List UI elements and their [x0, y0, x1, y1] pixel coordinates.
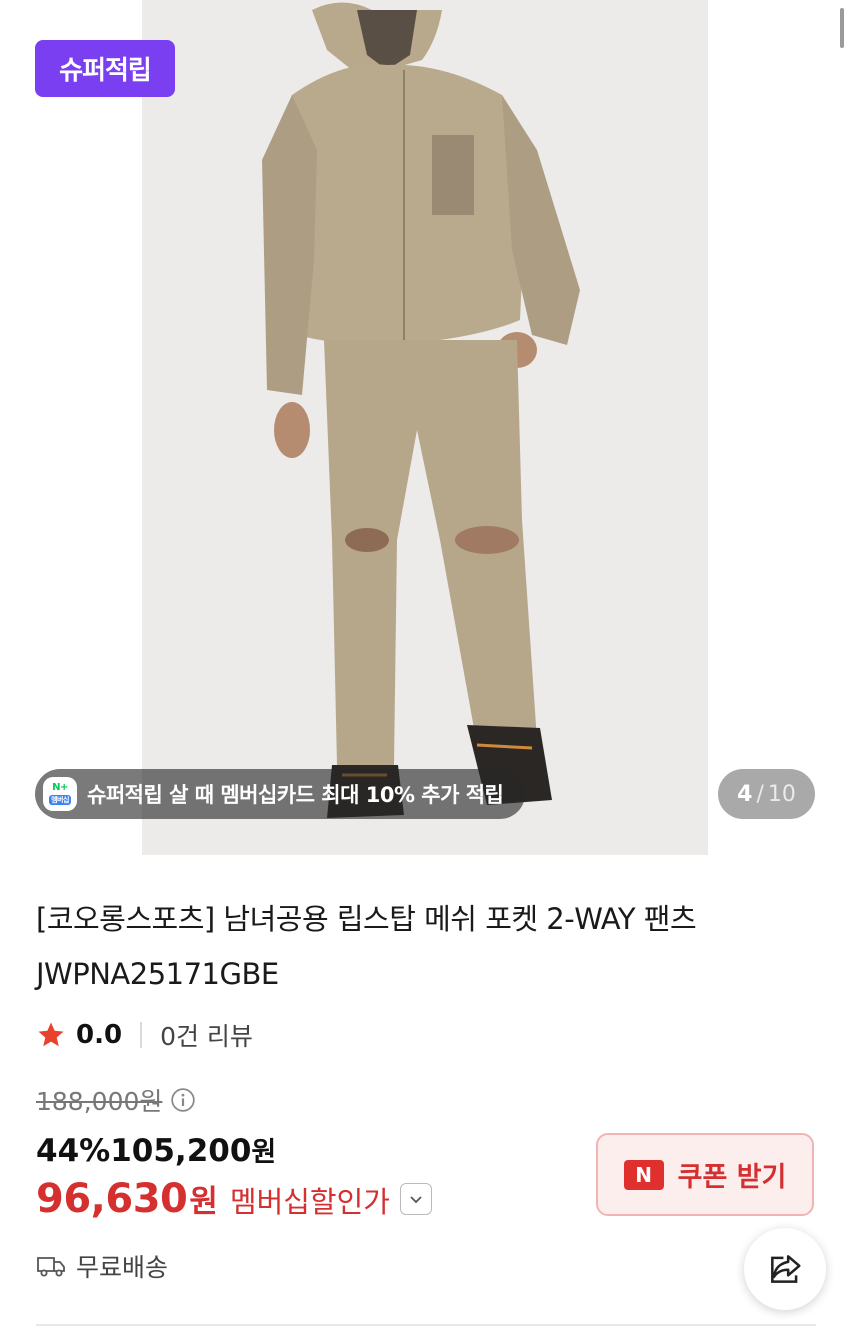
product-image-gallery[interactable]: 슈퍼적립 N+ 멤버십 슈퍼적립 살 때 멤버십카드 최대 10% 추가 적립 … [0, 0, 850, 855]
sale-currency: 원 [251, 1137, 277, 1168]
member-price-label: 멤버십할인가 [229, 1185, 390, 1219]
rating-value: 0.0 [76, 1020, 123, 1050]
discount-rate: 44% [36, 1133, 111, 1169]
image-counter: 4 / 10 [718, 769, 815, 819]
shipping-text: 무료배송 [76, 1253, 169, 1282]
sale-price: 105,200 [110, 1133, 252, 1169]
review-count-link[interactable]: 0건 리뷰 [160, 1017, 253, 1053]
product-title: [코오롱스포츠] 남녀공용 립스탑 메쉬 포켓 2-WAY 팬츠 JWPNA25… [36, 902, 697, 991]
product-photo [142, 0, 708, 855]
member-price: 96,630 [36, 1176, 188, 1222]
member-price-expand-button[interactable] [399, 1183, 432, 1215]
rating-row[interactable]: 0.0 0건 리뷰 [36, 1015, 253, 1055]
naver-plus-membership-icon: N+ 멤버십 [43, 777, 77, 811]
membership-promo-banner[interactable]: N+ 멤버십 슈퍼적립 살 때 멤버십카드 최대 10% 추가 적립 [35, 769, 526, 819]
sale-price-row: 44% 105,200 원 [36, 1130, 276, 1169]
coupon-label: 쿠폰 받기 [677, 1162, 787, 1193]
super-points-badge: 슈퍼적립 [35, 40, 175, 97]
info-icon[interactable] [170, 1087, 196, 1113]
naver-n-logo-icon: N [623, 1159, 664, 1190]
scrollbar[interactable] [840, 8, 844, 48]
promo-text: 슈퍼적립 살 때 멤버십카드 최대 10% 추가 적립 [87, 783, 504, 807]
original-price-row: 188,000원 [36, 1082, 196, 1118]
share-button[interactable] [744, 1228, 826, 1310]
original-price: 188,000원 [36, 1087, 163, 1116]
chevron-down-icon [410, 1196, 422, 1204]
member-price-row: 96,630 원 멤버십할인가 [36, 1176, 432, 1222]
section-divider [36, 1324, 816, 1326]
star-icon [38, 1022, 64, 1047]
divider [140, 1022, 143, 1048]
share-icon [771, 1255, 801, 1283]
shipping-info: 무료배송 [36, 1248, 168, 1284]
truck-icon [37, 1257, 65, 1277]
member-currency: 원 [189, 1184, 218, 1220]
get-coupon-button[interactable]: N 쿠폰 받기 [596, 1133, 814, 1216]
